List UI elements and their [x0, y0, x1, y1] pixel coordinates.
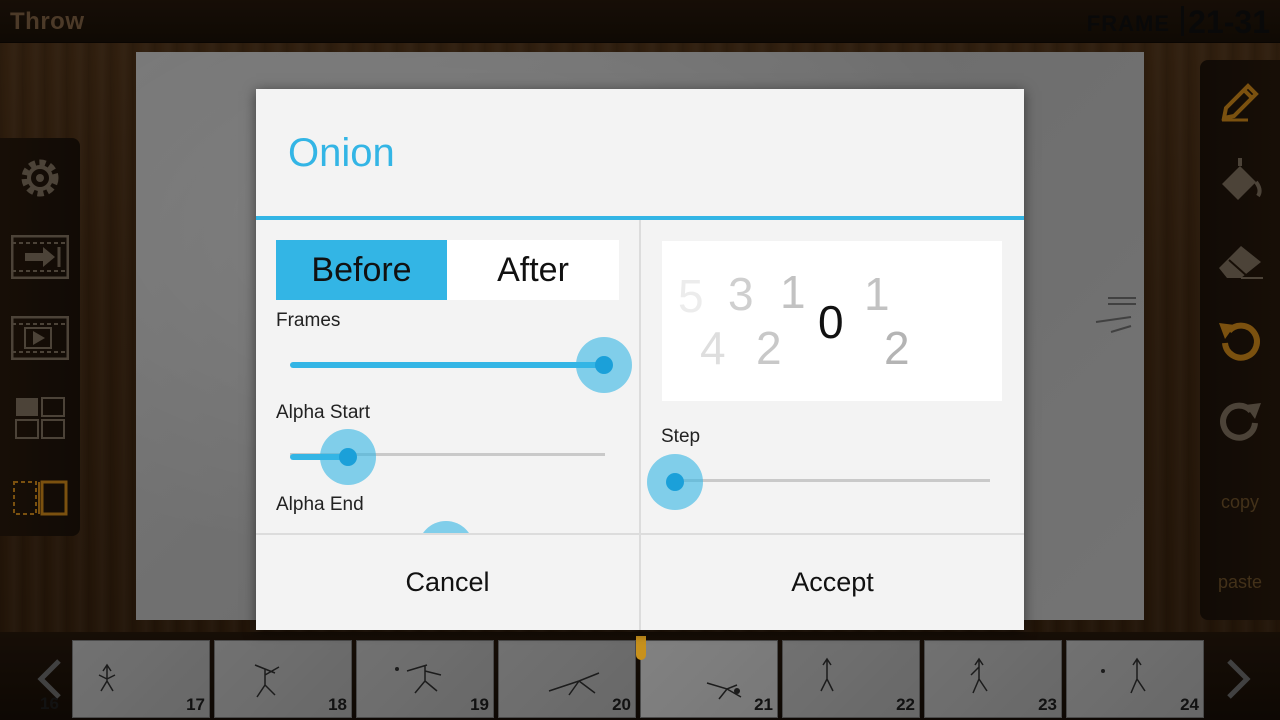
slider-fill: [290, 362, 604, 368]
accept-button[interactable]: Accept: [641, 535, 1024, 630]
step-label: Step: [661, 426, 701, 447]
cancel-button[interactable]: Cancel: [256, 535, 639, 630]
onion-dialog: Onion Before After Frames Alpha Start Al…: [256, 89, 1024, 630]
slider-thumb[interactable]: [595, 356, 613, 374]
frames-label: Frames: [276, 310, 341, 331]
slider-thumb[interactable]: [339, 448, 357, 466]
alpha-start-label: Alpha Start: [276, 402, 370, 423]
alpha-end-label: Alpha End: [276, 494, 364, 515]
slider-thumb[interactable]: [666, 473, 684, 491]
left-settings-pane: Frames Alpha Start Alpha End: [256, 220, 639, 533]
timeline-scrubber[interactable]: [636, 636, 646, 660]
slider-track: [675, 479, 990, 482]
dialog-title: Onion: [288, 131, 395, 175]
slider-thumb-halo: [418, 521, 474, 533]
right-settings-pane: Step: [641, 220, 1024, 533]
